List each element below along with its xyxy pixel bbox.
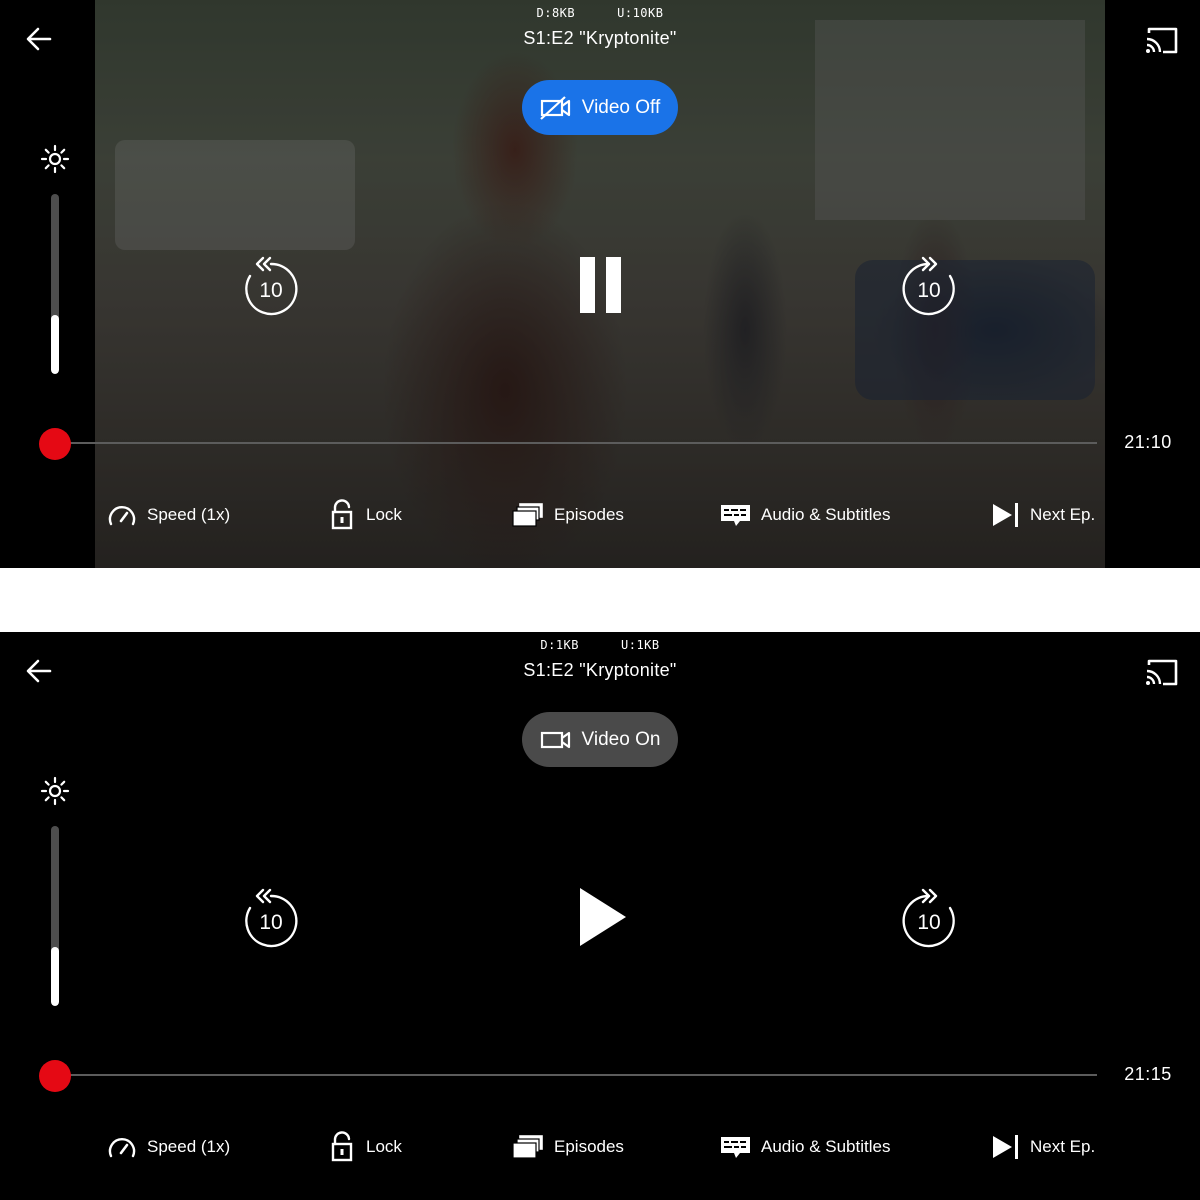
- play-icon: [580, 888, 626, 946]
- lock-label: Lock: [366, 505, 402, 524]
- episodes-icon: [512, 503, 543, 527]
- cast-icon: [1146, 659, 1178, 686]
- brightness-icon: [40, 144, 70, 174]
- brightness-slider[interactable]: [51, 826, 59, 1006]
- episodes-button[interactable]: Episodes: [512, 500, 624, 530]
- replay-10-icon: 10: [245, 888, 298, 948]
- top-info: D:1KB U:1KB: [0, 638, 1200, 652]
- video-toggle-label: Video On: [581, 728, 661, 750]
- audio-subtitles-button[interactable]: Audio & Subtitles: [720, 500, 890, 530]
- episodes-label: Episodes: [554, 505, 624, 524]
- audio-subtitles-label: Audio & Subtitles: [761, 505, 891, 524]
- forward-10-button[interactable]: 10: [899, 884, 959, 950]
- rewind-10-button[interactable]: 10: [241, 252, 301, 318]
- forward-10-label: 10: [917, 279, 940, 302]
- seek-thumb[interactable]: [39, 428, 71, 460]
- speed-button[interactable]: Speed (1x): [107, 500, 230, 530]
- subtitles-icon: [721, 1137, 750, 1158]
- pause-icon: [580, 257, 621, 313]
- video-on-button[interactable]: Video On: [522, 712, 678, 767]
- time-remaining: 21:10: [1124, 432, 1172, 452]
- time-remaining: 21:15: [1124, 1064, 1172, 1084]
- download-stat: D:1KB: [540, 638, 579, 652]
- brightness-slider[interactable]: [51, 194, 59, 374]
- replay-10-icon: 10: [245, 256, 298, 316]
- episode-title: S1:E2 "Kryptonite": [523, 660, 677, 680]
- speed-label: Speed (1x): [147, 1137, 231, 1156]
- back-arrow-icon: [26, 27, 52, 51]
- audio-subtitles-label: Audio & Subtitles: [761, 1137, 891, 1156]
- video-on-icon: [540, 731, 570, 748]
- play-pause-button[interactable]: [560, 879, 640, 955]
- player-screen-paused: D:1KB U:1KB S1:E2 "Kryptonite" Video On: [0, 632, 1200, 1200]
- brightness-slider-fill: [51, 314, 59, 374]
- unlock-icon: [331, 1131, 353, 1162]
- back-button[interactable]: [22, 654, 56, 688]
- bottom-controls: Speed (1x) Lock Episodes Audio & Subtitl…: [0, 1131, 1200, 1162]
- cast-button[interactable]: [1142, 656, 1180, 688]
- video-scene-car: [855, 260, 1095, 400]
- video-off-button[interactable]: Video Off: [522, 80, 678, 135]
- rewind-10-label: 10: [259, 279, 282, 302]
- lock-button[interactable]: Lock: [330, 1131, 402, 1162]
- next-episode-label: Next Ep.: [1030, 505, 1096, 524]
- brightness-slider-fill: [51, 946, 59, 1006]
- subtitles-icon: [721, 505, 750, 526]
- episode-title: S1:E2 "Kryptonite": [523, 28, 677, 48]
- next-episode-label: Next Ep.: [1030, 1137, 1096, 1156]
- bottom-controls: Speed (1x) Lock Episodes Audio & Subtitl…: [0, 499, 1200, 530]
- episodes-button[interactable]: Episodes: [512, 1132, 624, 1162]
- next-episode-button[interactable]: Next Ep.: [992, 1132, 1095, 1162]
- seek-thumb[interactable]: [39, 1060, 71, 1092]
- video-toggle-label: Video Off: [581, 96, 661, 118]
- forward-10-button[interactable]: 10: [899, 252, 959, 318]
- speedometer-icon: [108, 1138, 136, 1158]
- cast-icon: [1146, 27, 1178, 54]
- play-pause-button[interactable]: [560, 247, 640, 323]
- forward-10-icon: 10: [902, 888, 955, 948]
- video-scene-truck: [115, 140, 355, 250]
- lock-button[interactable]: Lock: [330, 499, 402, 530]
- video-off-icon: [539, 95, 570, 120]
- forward-10-icon: 10: [902, 256, 955, 316]
- player-screen-playing: D:8KB U:10KB S1:E2 "Kryptonite" Video Off: [0, 0, 1200, 568]
- episodes-label: Episodes: [554, 1137, 624, 1156]
- speedometer-icon: [108, 506, 136, 526]
- rewind-10-button[interactable]: 10: [241, 884, 301, 950]
- upload-stat: U:1KB: [621, 638, 660, 652]
- unlock-icon: [331, 499, 353, 530]
- speed-button[interactable]: Speed (1x): [107, 1132, 230, 1162]
- video-scene-house: [815, 20, 1085, 220]
- cast-button[interactable]: [1142, 24, 1180, 56]
- next-episode-icon: [993, 503, 1018, 527]
- next-episode-icon: [993, 1135, 1018, 1159]
- back-button[interactable]: [22, 22, 56, 56]
- brightness-icon: [40, 776, 70, 806]
- seek-bar[interactable]: [55, 1074, 1097, 1076]
- forward-10-label: 10: [917, 911, 940, 934]
- audio-subtitles-button[interactable]: Audio & Subtitles: [720, 1132, 890, 1162]
- seek-bar[interactable]: [55, 442, 1097, 444]
- speed-label: Speed (1x): [147, 505, 231, 524]
- episodes-icon: [512, 1135, 543, 1159]
- rewind-10-label: 10: [259, 911, 282, 934]
- lock-label: Lock: [366, 1137, 402, 1156]
- next-episode-button[interactable]: Next Ep.: [992, 500, 1095, 530]
- network-stats: D:1KB U:1KB: [0, 638, 1200, 652]
- back-arrow-icon: [26, 659, 52, 683]
